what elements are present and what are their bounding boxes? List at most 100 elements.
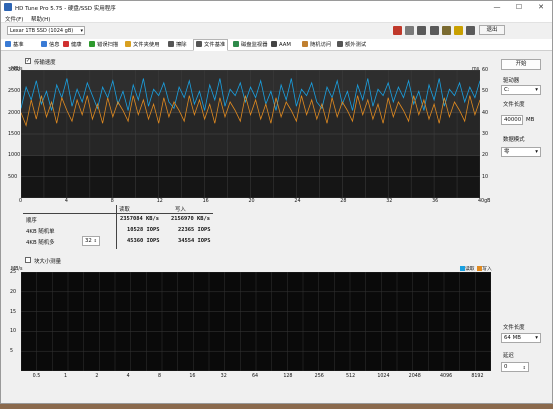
drive-label: 驱动器 <box>503 78 520 84</box>
tab-error-scan[interactable]: 错误扫描 <box>89 40 118 51</box>
y-tick-left: 2500 <box>8 89 21 95</box>
tab-random-access[interactable]: 随机访问 <box>302 40 331 51</box>
delay-value: 0 <box>504 364 508 370</box>
copy-icon[interactable] <box>405 26 414 35</box>
transfer-speed-chart <box>21 70 480 198</box>
file-length2-label: 文件长度 <box>503 325 525 331</box>
data-pattern-label: 数据模式 <box>503 137 525 143</box>
y-tick-right: 40 <box>482 110 489 116</box>
file-length-input[interactable]: 40000 <box>501 115 523 125</box>
tab-aam[interactable]: AAM <box>271 40 291 51</box>
stepper-arrows-icon: ⇕ <box>522 365 526 370</box>
menu-file[interactable]: 文件(F) <box>5 15 23 23</box>
stepper-arrows-icon: ⇕ <box>93 238 97 243</box>
menu-help[interactable]: 帮助(H) <box>31 15 50 23</box>
y-tick: 15 <box>10 309 17 315</box>
camera-icon[interactable] <box>430 26 439 35</box>
screenshot-icon[interactable] <box>417 26 426 35</box>
file-length-label: 文件长度 <box>503 102 525 108</box>
file-length2-select[interactable]: 64 MB ▾ <box>501 333 541 343</box>
x-tick: 4096 <box>440 374 453 379</box>
file-length-unit: MB <box>526 117 535 123</box>
write-4kb-single: 22365 IOPS <box>178 227 211 233</box>
row-label-sequential: 顺序 <box>26 218 37 224</box>
health-icon <box>63 41 69 47</box>
x-tick: 24 <box>294 199 301 204</box>
drive-select-value: Lexar 1TB SSD (1024 gB) <box>10 28 74 34</box>
close-button[interactable]: ✕ <box>531 1 551 13</box>
start-button[interactable]: 开始 <box>501 59 541 70</box>
update-icon[interactable] <box>466 26 475 35</box>
disk-monitor-icon <box>233 41 239 47</box>
x-tick: 36 <box>432 199 439 204</box>
block-size-checkbox[interactable] <box>25 257 31 263</box>
tab-label: 额外测试 <box>345 42 367 48</box>
transfer-speed-checkbox[interactable]: ✓ <box>25 58 31 64</box>
x-tick: 32 <box>220 374 227 379</box>
taskbar <box>0 404 553 409</box>
read-sequential: 2357084 KB/s <box>120 216 159 222</box>
x-tick: 32 <box>386 199 393 204</box>
x-tick: 1024 <box>377 374 390 379</box>
tab-benchmark[interactable]: 基准 <box>5 40 24 51</box>
app-window: HD Tune Pro 5.75 - 硬盘/SSD 实用程序 — ☐ ✕ 文件(… <box>0 0 553 404</box>
data-pattern-select[interactable]: 零 ▾ <box>501 147 541 157</box>
drive-letter-select[interactable]: C: ▾ <box>501 85 541 95</box>
row-label-4kb-multi: 4KB 随机多 <box>26 240 55 246</box>
key-icon[interactable] <box>454 26 463 35</box>
tab-folder-usage[interactable]: 文件夹使用 <box>125 40 160 51</box>
tab-label: 信息 <box>49 42 60 48</box>
tab-label: AAM <box>279 42 291 48</box>
drive-select[interactable]: Lexar 1TB SSD (1024 gB) ▾ <box>7 26 85 35</box>
x-tick: 16 <box>202 199 209 204</box>
tab-disk-monitor[interactable]: 磁盘监视器 <box>233 40 268 51</box>
queue-depth-stepper[interactable]: 32 ⇕ <box>82 236 100 246</box>
transfer-speed-label: 传输速度 <box>34 60 56 66</box>
y-tick-left: 2000 <box>8 110 21 116</box>
maximize-button[interactable]: ☐ <box>509 1 529 13</box>
tab-health[interactable]: 健康 <box>63 40 82 51</box>
y-tick: 25 <box>10 270 17 275</box>
erase-icon <box>168 41 174 47</box>
x-tick: 20 <box>248 199 255 204</box>
x-tick: 40gB <box>478 199 491 204</box>
delay-stepper[interactable]: 0 ⇕ <box>501 362 529 372</box>
tab-info[interactable]: 信息 <box>41 40 60 51</box>
y-tick-right: 30 <box>482 132 489 137</box>
tab-erase[interactable]: 擦除 <box>168 40 187 51</box>
file-length2-value: 64 MB <box>504 335 521 341</box>
tab-label: 随机访问 <box>310 42 332 48</box>
chevron-down-icon: ▾ <box>80 28 83 34</box>
x-tick: 8192 <box>471 374 484 379</box>
chevron-down-icon: ▾ <box>535 335 538 341</box>
title-bar: HD Tune Pro 5.75 - 硬盘/SSD 实用程序 — ☐ ✕ <box>1 1 552 13</box>
x-tick: 0.5 <box>32 374 41 379</box>
temperature-icon[interactable] <box>393 26 402 35</box>
tab-label: 基准 <box>13 42 24 48</box>
benchmark-icon <box>5 41 11 47</box>
drive-letter-value: C: <box>504 87 510 93</box>
results-table: 读取 写入 顺序 2357084 KB/s 2156970 KB/s 4KB 随… <box>23 205 213 249</box>
y-tick-left: 500 <box>8 174 18 180</box>
tab-bar: 基准 信息 健康 错误扫描 文件夹使用 擦除 文件基准 磁盘监视器 AAM 随机访问 额外测试 <box>1 39 552 51</box>
chevron-down-icon: ▾ <box>535 87 538 93</box>
y-tick-right: 20 <box>482 153 489 159</box>
minimize-button[interactable]: — <box>487 1 507 13</box>
tab-file-benchmark[interactable]: 文件基准 <box>193 39 229 51</box>
save-icon[interactable] <box>442 26 451 35</box>
x-tick: 2048 <box>408 374 421 379</box>
queue-depth-value: 32 <box>85 238 92 244</box>
exit-button[interactable]: 退出 <box>479 25 505 35</box>
tab-extra-tests[interactable]: 额外测试 <box>337 40 366 51</box>
x-tick: 4 <box>126 374 130 379</box>
row-label-4kb-single: 4KB 随机单 <box>26 229 55 235</box>
info-icon <box>41 41 47 47</box>
read-4kb-multi: 45360 IOPS <box>127 238 160 244</box>
extra-tests-icon <box>337 41 343 47</box>
x-tick: 128 <box>283 374 293 379</box>
y-tick-left: 1000 <box>8 153 21 159</box>
x-tick: 8 <box>110 199 114 204</box>
tab-label: 错误扫描 <box>97 42 119 48</box>
y-tick: 20 <box>10 289 17 295</box>
x-tick: 0 <box>19 199 23 204</box>
